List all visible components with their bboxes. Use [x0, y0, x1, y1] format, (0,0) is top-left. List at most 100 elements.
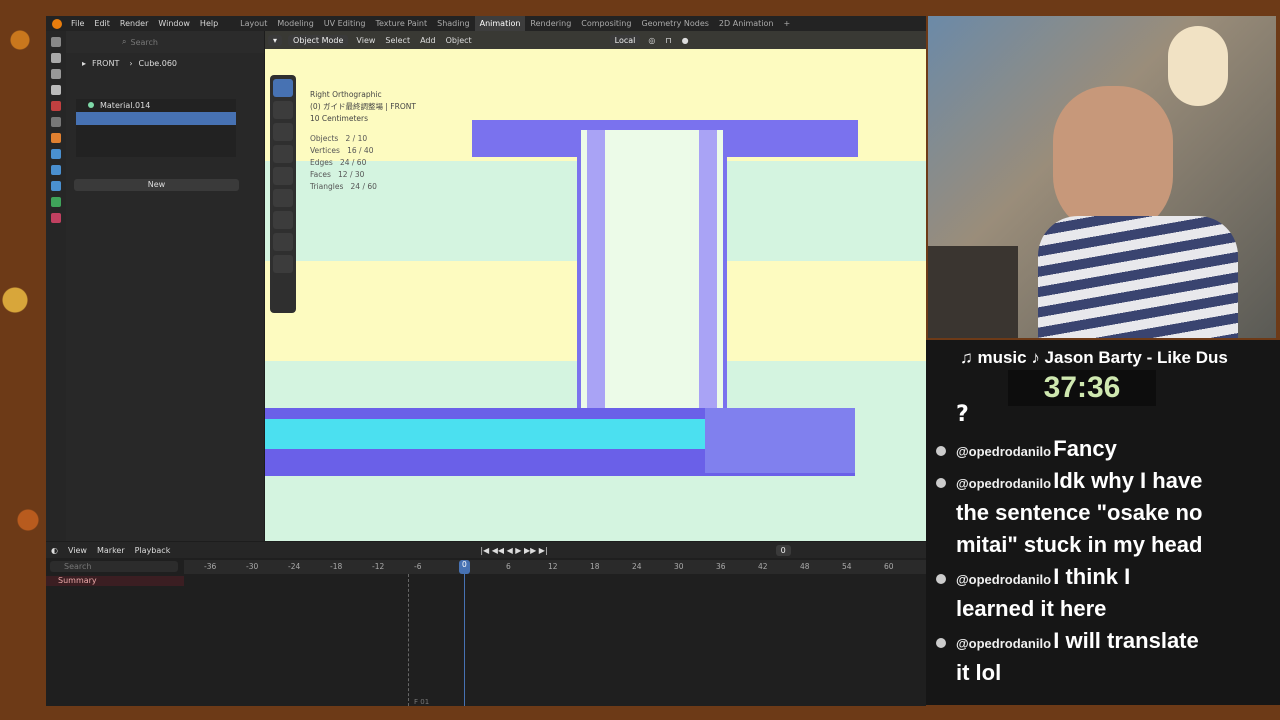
playback-controls[interactable]: |◀ ◀◀ ◀ ▶ ▶▶ ▶| [475, 546, 552, 555]
tick-label: -18 [330, 562, 343, 571]
snap-icon[interactable]: ⊓ [660, 36, 676, 45]
chat-message: @opedrodanilo I will translate [936, 628, 1199, 654]
breadcrumb-object[interactable]: Cube.060 [139, 59, 177, 68]
new-material-button[interactable]: New [74, 179, 239, 191]
current-frame-field[interactable]: 0 [775, 544, 791, 556]
webcam-person-shirt [1038, 216, 1238, 338]
object-icon[interactable] [51, 133, 61, 143]
tick-label: 36 [716, 562, 726, 571]
tab-compositing[interactable]: Compositing [576, 16, 636, 31]
pivot-icon[interactable]: ◎ [643, 36, 660, 45]
playhead-line [464, 574, 465, 706]
data-icon[interactable] [51, 197, 61, 207]
tool-icon[interactable] [51, 37, 61, 47]
measure-tool-icon[interactable] [273, 233, 293, 251]
rotate-tool-icon[interactable] [273, 145, 293, 163]
view-layer-icon[interactable] [51, 85, 61, 95]
modifier-icon[interactable] [51, 149, 61, 159]
physics-icon[interactable] [51, 181, 61, 191]
menu-window[interactable]: Window [153, 19, 195, 28]
tab-animation[interactable]: Animation [474, 16, 526, 31]
menu-add[interactable]: Add [415, 36, 441, 45]
3d-viewport[interactable]: ▾ Object Mode View Select Add Object Loc… [265, 31, 926, 541]
scene-statistics: Objects 2 / 10 Vertices 16 / 40 Edges 24… [310, 133, 377, 193]
menu-help[interactable]: Help [195, 19, 223, 28]
proportional-icon[interactable]: ● [677, 36, 694, 45]
timeline-header: ◐ View Marker Playback |◀ ◀◀ ◀ ▶ ▶▶ ▶| 0 [46, 542, 926, 558]
timeline-editor[interactable]: ◐ View Marker Playback |◀ ◀◀ ◀ ▶ ▶▶ ▶| 0… [46, 542, 926, 706]
stat-row: Vertices 16 / 40 [310, 146, 374, 155]
material-icon [88, 102, 94, 108]
cursor-tool-icon[interactable] [273, 101, 293, 119]
tick-label: 60 [884, 562, 894, 571]
blender-logo-icon [52, 18, 62, 29]
move-tool-icon[interactable] [273, 123, 293, 141]
particles-icon[interactable] [51, 165, 61, 175]
mode-selector[interactable]: Object Mode [288, 34, 349, 46]
material-slot[interactable]: Material.014 [76, 99, 236, 112]
toolbar [270, 75, 296, 313]
tab-modeling[interactable]: Modeling [272, 16, 318, 31]
blender-window: File Edit Render Window Help Layout Mode… [46, 16, 926, 706]
tick-label: 6 [506, 562, 511, 571]
scene-step [705, 408, 855, 473]
summary-channel[interactable]: Summary [46, 576, 184, 586]
viewport-header: ▾ Object Mode View Select Add Object Loc… [265, 31, 926, 49]
chat-message: @opedrodanilo Fancy [936, 436, 1117, 462]
timeline-menu-playback[interactable]: Playback [130, 546, 176, 555]
menu-render[interactable]: Render [115, 19, 153, 28]
scene-icon: ▸ [82, 58, 87, 68]
chat-message-cont: the sentence "osake no [956, 500, 1203, 525]
tab-uv-editing[interactable]: UV Editing [319, 16, 371, 31]
props-search-row: ⌕ Search [66, 31, 264, 53]
editor-type-button[interactable]: ▾ [268, 34, 283, 46]
chat-message-cont: it lol [956, 660, 1002, 685]
stream-timer: 37:36 [1008, 370, 1156, 406]
menu-select[interactable]: Select [380, 36, 415, 45]
world-icon[interactable] [51, 117, 61, 127]
transform-tool-icon[interactable] [273, 189, 293, 207]
chat-message: @opedrodanilo Idk why I have [936, 468, 1202, 494]
avatar [936, 446, 946, 456]
menu-view[interactable]: View [351, 36, 380, 45]
add-cube-tool-icon[interactable] [273, 255, 293, 273]
tab-layout[interactable]: Layout [235, 16, 272, 31]
tab-rendering[interactable]: Rendering [525, 16, 576, 31]
playhead[interactable]: 0 [459, 560, 470, 574]
tab-texture-paint[interactable]: Texture Paint [371, 16, 433, 31]
scale-tool-icon[interactable] [273, 167, 293, 185]
scene-icon[interactable] [51, 101, 61, 111]
tab-shading[interactable]: Shading [432, 16, 475, 31]
annotate-tool-icon[interactable] [273, 211, 293, 229]
scene-water [265, 419, 705, 449]
timeline-menu-view[interactable]: View [63, 546, 92, 555]
breadcrumb: ▸ FRONT › Cube.060 [66, 55, 264, 71]
menu-object[interactable]: Object [441, 36, 477, 45]
stat-row: Objects 2 / 10 [310, 134, 368, 143]
timeline-search-input[interactable]: Search [50, 561, 178, 572]
tick-label: 24 [632, 562, 642, 571]
output-icon[interactable] [51, 69, 61, 79]
timeline-menu-marker[interactable]: Marker [92, 546, 130, 555]
menu-file[interactable]: File [66, 19, 89, 28]
render-icon[interactable] [51, 53, 61, 63]
avatar [936, 478, 946, 488]
frame-ruler[interactable]: -36 -30 -24 -18 -12 -6 6 12 18 24 30 36 … [184, 560, 926, 574]
frame-marker-line [408, 574, 409, 706]
material-slot-selected[interactable] [76, 112, 236, 125]
tick-label: -12 [372, 562, 385, 571]
search-input[interactable]: Search [130, 38, 157, 47]
menu-edit[interactable]: Edit [89, 19, 115, 28]
tick-label: 48 [800, 562, 810, 571]
properties-tab-strip [46, 31, 66, 541]
tick-label: -30 [246, 562, 259, 571]
tab-2d-animation[interactable]: 2D Animation [714, 16, 779, 31]
material-icon[interactable] [51, 213, 61, 223]
breadcrumb-scene[interactable]: FRONT [92, 59, 119, 68]
chat-message: @opedrodanilo I think I [936, 564, 1130, 590]
tab-geometry-nodes[interactable]: Geometry Nodes [636, 16, 713, 31]
add-workspace-button[interactable]: + [779, 16, 796, 31]
editor-type-button[interactable]: ◐ [46, 546, 63, 555]
select-tool-icon[interactable] [273, 79, 293, 97]
orientation-selector[interactable]: Local [609, 34, 641, 46]
